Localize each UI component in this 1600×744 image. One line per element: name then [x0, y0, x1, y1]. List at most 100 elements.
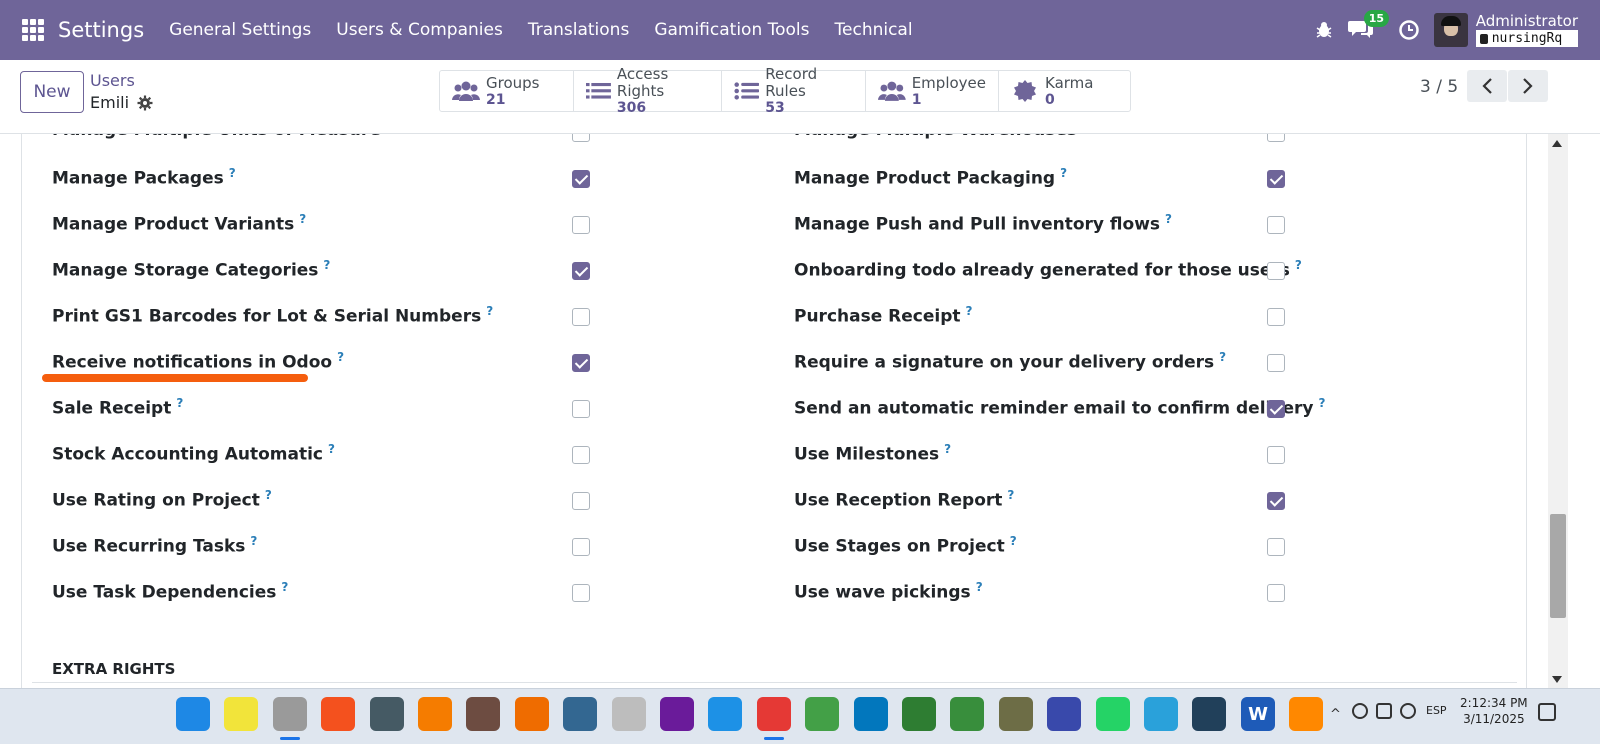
help-tooltip-icon[interactable]: ?	[229, 166, 236, 180]
field-checkbox[interactable]	[1267, 354, 1285, 372]
help-tooltip-icon[interactable]: ?	[966, 304, 973, 318]
field-checkbox[interactable]	[1267, 492, 1285, 510]
field-checkbox[interactable]	[572, 400, 590, 418]
help-tooltip-icon[interactable]: ?	[281, 580, 288, 594]
language-indicator[interactable]: ESP	[1426, 704, 1447, 717]
help-tooltip-icon[interactable]: ?	[250, 534, 257, 548]
scroll-thumb[interactable]	[1550, 514, 1566, 618]
bug-icon[interactable]	[1314, 20, 1334, 40]
wordpress-app-icon[interactable]	[1192, 697, 1226, 731]
field-checkbox[interactable]	[572, 446, 590, 464]
field-checkbox[interactable]	[1267, 134, 1285, 142]
field-checkbox[interactable]	[572, 538, 590, 556]
battery-icon[interactable]	[1376, 703, 1392, 719]
field-checkbox[interactable]	[1267, 400, 1285, 418]
file-explorer-icon[interactable]	[273, 697, 307, 731]
pager-next-button[interactable]	[1508, 70, 1548, 102]
field-checkbox[interactable]	[572, 262, 590, 280]
system-clock[interactable]: 2:12:34 PM 3/11/2025	[1460, 695, 1528, 727]
help-tooltip-icon[interactable]: ?	[976, 580, 983, 594]
field-checkbox[interactable]	[1267, 584, 1285, 602]
sticky-notes-icon[interactable]	[224, 697, 258, 731]
gear-icon[interactable]	[137, 95, 153, 111]
user-menu[interactable]: Administrator nursingRq	[1475, 13, 1578, 47]
search-app-icon[interactable]	[418, 697, 452, 731]
vlc-icon[interactable]	[1289, 697, 1323, 731]
grid-app-icon[interactable]	[1047, 697, 1081, 731]
field-checkbox[interactable]	[572, 492, 590, 510]
gimp-icon[interactable]	[466, 697, 500, 731]
menu-translations[interactable]: Translations	[528, 20, 630, 40]
help-tooltip-icon[interactable]: ?	[1060, 166, 1067, 180]
help-tooltip-icon[interactable]: ?	[265, 488, 272, 502]
help-tooltip-icon[interactable]: ?	[1010, 534, 1017, 548]
field-checkbox[interactable]	[572, 170, 590, 188]
pipe-app-icon[interactable]	[902, 697, 936, 731]
menu-technical[interactable]: Technical	[835, 20, 913, 40]
help-tooltip-icon[interactable]: ?	[1318, 396, 1325, 410]
search-tool-icon[interactable]	[612, 697, 646, 731]
help-tooltip-icon[interactable]: ?	[1219, 350, 1226, 364]
pager-previous-button[interactable]	[1467, 70, 1507, 102]
network-app-icon[interactable]	[370, 697, 404, 731]
help-tooltip-icon[interactable]: ?	[944, 442, 951, 456]
field-checkbox[interactable]	[1267, 262, 1285, 280]
menu-gamification-tools[interactable]: Gamification Tools	[654, 20, 809, 40]
help-tooltip-icon[interactable]: ?	[176, 396, 183, 410]
vscode-icon[interactable]	[854, 697, 888, 731]
field-label-text: Manage Multiple Units of Measure	[52, 134, 381, 140]
github-icon[interactable]	[660, 697, 694, 731]
stat-record-rules[interactable]: Record Rules 53	[722, 66, 866, 116]
windows-start-icon[interactable]	[176, 697, 210, 731]
menu-general-settings[interactable]: General Settings	[169, 20, 311, 40]
stat-employee[interactable]: Employee 1	[866, 71, 999, 111]
scroll-down-arrow[interactable]	[1552, 676, 1562, 683]
help-tooltip-icon[interactable]: ?	[486, 304, 493, 318]
help-tooltip-icon[interactable]: ?	[1007, 488, 1014, 502]
word-icon[interactable]: W	[1241, 697, 1275, 731]
field-checkbox[interactable]	[572, 584, 590, 602]
messages-button[interactable]: 15	[1347, 10, 1390, 42]
help-tooltip-icon[interactable]: ?	[1295, 258, 1302, 272]
help-tooltip-icon[interactable]: ?	[299, 212, 306, 226]
chrome-icon[interactable]	[757, 697, 791, 731]
field-checkbox[interactable]	[1267, 538, 1285, 556]
help-tooltip-icon[interactable]: ?	[328, 442, 335, 456]
clock-app-icon[interactable]	[805, 697, 839, 731]
field-checkbox[interactable]	[1267, 308, 1285, 326]
apps-menu-icon[interactable]	[22, 19, 44, 41]
activity-clock-icon[interactable]	[1398, 19, 1420, 41]
field-checkbox[interactable]	[572, 354, 590, 372]
app-brand[interactable]: Settings	[58, 18, 144, 42]
help-tooltip-icon[interactable]: ?	[337, 350, 344, 364]
menu-users-companies[interactable]: Users & Companies	[336, 20, 503, 40]
postgresql-icon[interactable]	[563, 697, 597, 731]
avatar[interactable]	[1433, 13, 1468, 47]
field-checkbox[interactable]	[572, 308, 590, 326]
blender-icon[interactable]	[515, 697, 549, 731]
stat-karma[interactable]: Karma 0	[999, 71, 1130, 111]
help-tooltip-icon[interactable]: ?	[1165, 212, 1172, 226]
field-checkbox[interactable]	[572, 216, 590, 234]
notification-icon[interactable]	[1538, 703, 1556, 721]
scroll-up-arrow[interactable]	[1552, 140, 1562, 147]
globe-icon[interactable]	[1352, 703, 1368, 719]
tray-overflow-chevron-icon[interactable]: ^	[1330, 707, 1341, 722]
help-tooltip-icon[interactable]: ?	[323, 258, 330, 272]
docker-icon[interactable]	[708, 697, 742, 731]
field-checkbox[interactable]	[1267, 446, 1285, 464]
stat-groups[interactable]: Groups 21	[440, 71, 574, 111]
volume-icon[interactable]	[1400, 703, 1416, 719]
new-button[interactable]: New	[20, 71, 84, 113]
breadcrumb-parent[interactable]: Users	[90, 71, 135, 90]
gear-app-icon[interactable]	[950, 697, 984, 731]
telegram-icon[interactable]	[1144, 697, 1178, 731]
field-checkbox[interactable]	[572, 134, 590, 142]
stat-access-rights[interactable]: Access Rights 306	[574, 66, 722, 116]
game-app-icon[interactable]	[999, 697, 1033, 731]
pager-value[interactable]: 3 / 5	[1420, 77, 1458, 97]
flame-app-icon[interactable]	[321, 697, 355, 731]
whatsapp-icon[interactable]	[1096, 697, 1130, 731]
field-checkbox[interactable]	[1267, 170, 1285, 188]
field-checkbox[interactable]	[1267, 216, 1285, 234]
